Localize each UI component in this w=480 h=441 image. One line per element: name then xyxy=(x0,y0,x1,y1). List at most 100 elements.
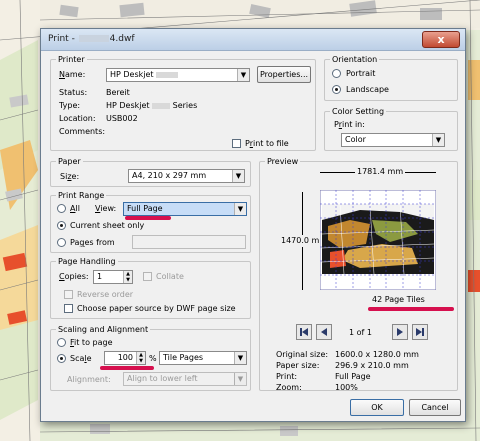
orientation-legend: Orientation xyxy=(330,54,380,65)
chevron-down-icon[interactable]: ▼ xyxy=(237,69,249,81)
landscape-label[interactable]: Landscape xyxy=(346,85,389,95)
fit-to-page-radio[interactable] xyxy=(57,338,66,347)
page-handling-legend: Page Handling xyxy=(56,256,118,267)
color-setting-legend: Color Setting xyxy=(330,106,387,117)
color-setting-group: Color Setting Print in: Color ▼ xyxy=(324,106,458,151)
paper-group: Paper Size: A4, 210 x 297 mm ▼ xyxy=(50,156,251,187)
choose-paper-checkbox[interactable] xyxy=(64,304,73,313)
chevron-down-icon[interactable]: ▼ xyxy=(234,373,246,385)
original-size-value: 1600.0 x 1280.0 mm xyxy=(335,350,419,359)
first-page-button[interactable] xyxy=(296,324,312,340)
view-label: View: xyxy=(95,204,117,213)
comments-label: Comments: xyxy=(59,127,106,136)
annotation-underline-tiles xyxy=(368,307,454,311)
last-page-button[interactable] xyxy=(412,324,428,340)
current-sheet-label[interactable]: Current sheet only xyxy=(70,221,144,231)
zoom-label: Zoom: xyxy=(276,383,302,392)
chevron-down-icon[interactable]: ▼ xyxy=(232,170,244,182)
copies-label: Copies: xyxy=(59,272,89,281)
copies-input[interactable]: 1 ▲ ▼ xyxy=(93,270,133,284)
landscape-radio[interactable] xyxy=(332,85,341,94)
print-to-file-checkbox[interactable] xyxy=(232,139,241,148)
status-value: Bereit xyxy=(106,88,130,97)
cancel-button[interactable]: Cancel xyxy=(409,399,461,416)
print-in-label: Print in: xyxy=(334,120,365,129)
color-select[interactable]: Color ▼ xyxy=(341,133,445,147)
properties-button[interactable]: Properties... xyxy=(257,66,311,83)
print-range-group: Print Range All View: Full Page ▼ Curren… xyxy=(50,190,251,253)
scale-input[interactable]: 100 ▲ ▼ xyxy=(104,351,146,365)
tile-pages-select[interactable]: Tile Pages ▼ xyxy=(159,351,247,365)
spin-down-icon[interactable]: ▼ xyxy=(136,358,145,364)
reverse-order-label[interactable]: Reverse order xyxy=(77,290,133,300)
prev-page-icon xyxy=(321,328,327,336)
page-tiles-label: 42 Page Tiles xyxy=(372,295,425,304)
type-value: HP Deskjet Series xyxy=(106,101,198,110)
ok-button[interactable]: OK xyxy=(350,399,404,416)
view-select[interactable]: Full Page ▼ xyxy=(123,202,247,216)
close-button[interactable]: x xyxy=(422,31,460,48)
chevron-down-icon[interactable]: ▼ xyxy=(234,352,246,364)
printer-group: Printer Name: HP Deskjet ▼ Properties...… xyxy=(50,54,316,151)
page-counter: 1 of 1 xyxy=(349,328,372,337)
next-page-button[interactable] xyxy=(392,324,408,340)
redacted-type xyxy=(152,102,171,109)
annotation-underline-scale xyxy=(100,366,154,370)
print-value: Full Page xyxy=(335,372,371,381)
current-sheet-radio[interactable] xyxy=(57,221,66,230)
orientation-group: Orientation Portrait Landscape xyxy=(324,54,458,101)
alignment-label: Alignment: xyxy=(67,375,111,384)
scale-label[interactable]: Scale xyxy=(70,354,92,364)
print-range-legend: Print Range xyxy=(56,190,107,201)
prev-page-button[interactable] xyxy=(316,324,332,340)
choose-paper-label[interactable]: Choose paper source by DWF page size xyxy=(77,304,236,314)
paper-size-label: Paper size: xyxy=(276,361,320,370)
collate-label[interactable]: Collate xyxy=(156,272,184,282)
dialog-title: Print - 4.dwf xyxy=(48,34,135,44)
collate-checkbox[interactable] xyxy=(143,272,152,281)
fit-to-page-label[interactable]: Fit to page xyxy=(70,338,113,348)
chevron-down-icon[interactable]: ▼ xyxy=(432,134,444,146)
portrait-label[interactable]: Portrait xyxy=(346,69,375,79)
size-label: Size: xyxy=(60,172,80,181)
all-radio[interactable] xyxy=(57,204,66,213)
percent-label: % xyxy=(149,354,157,363)
pages-from-label[interactable]: Pages from xyxy=(70,238,115,248)
print-to-file-label[interactable]: Print to file xyxy=(245,139,289,149)
width-dimension-label: 1781.4 mm xyxy=(355,167,406,177)
printer-legend: Printer xyxy=(56,54,87,65)
scale-radio[interactable] xyxy=(57,354,66,363)
type-label: Type: xyxy=(59,101,81,110)
location-value: USB002 xyxy=(106,114,138,123)
chevron-down-icon[interactable]: ▼ xyxy=(234,203,246,215)
reverse-order-checkbox[interactable] xyxy=(64,290,73,299)
printer-name-label: Name: xyxy=(59,70,86,79)
all-label[interactable]: All xyxy=(70,204,80,214)
alignment-select[interactable]: Align to lower left ▼ xyxy=(123,372,247,386)
original-size-label: Original size: xyxy=(276,350,329,359)
next-page-icon xyxy=(397,328,403,336)
preview-legend: Preview xyxy=(265,156,301,167)
printer-name-select[interactable]: HP Deskjet ▼ xyxy=(106,68,250,82)
location-label: Location: xyxy=(59,114,96,123)
zoom-value: 100% xyxy=(335,383,358,392)
title-bar[interactable]: Print - 4.dwf x xyxy=(41,29,465,51)
first-page-icon xyxy=(300,328,308,336)
spin-down-icon[interactable]: ▼ xyxy=(123,277,132,283)
print-label: Print: xyxy=(276,372,298,381)
page-handling-group: Page Handling Copies: 1 ▲ ▼ Collate Reve… xyxy=(50,256,251,319)
redacted-model xyxy=(156,71,179,78)
redacted-filename xyxy=(78,35,109,42)
annotation-underline-view xyxy=(125,216,171,220)
status-label: Status: xyxy=(59,88,88,97)
pages-from-input[interactable] xyxy=(132,235,246,249)
paper-size-value: 296.9 x 210.0 mm xyxy=(335,361,409,370)
paper-size-select[interactable]: A4, 210 x 297 mm ▼ xyxy=(128,169,245,183)
print-dialog: Print - 4.dwf x Printer Name: HP Deskjet… xyxy=(40,28,466,422)
preview-image xyxy=(320,190,436,290)
last-page-icon xyxy=(416,328,424,336)
portrait-radio[interactable] xyxy=(332,69,341,78)
scaling-group: Scaling and Alignment Fit to page Scale … xyxy=(50,324,251,391)
preview-group: Preview 1781.4 mm 1470.0 mm 42 Page Tile… xyxy=(259,156,458,392)
pages-from-radio[interactable] xyxy=(57,238,66,247)
